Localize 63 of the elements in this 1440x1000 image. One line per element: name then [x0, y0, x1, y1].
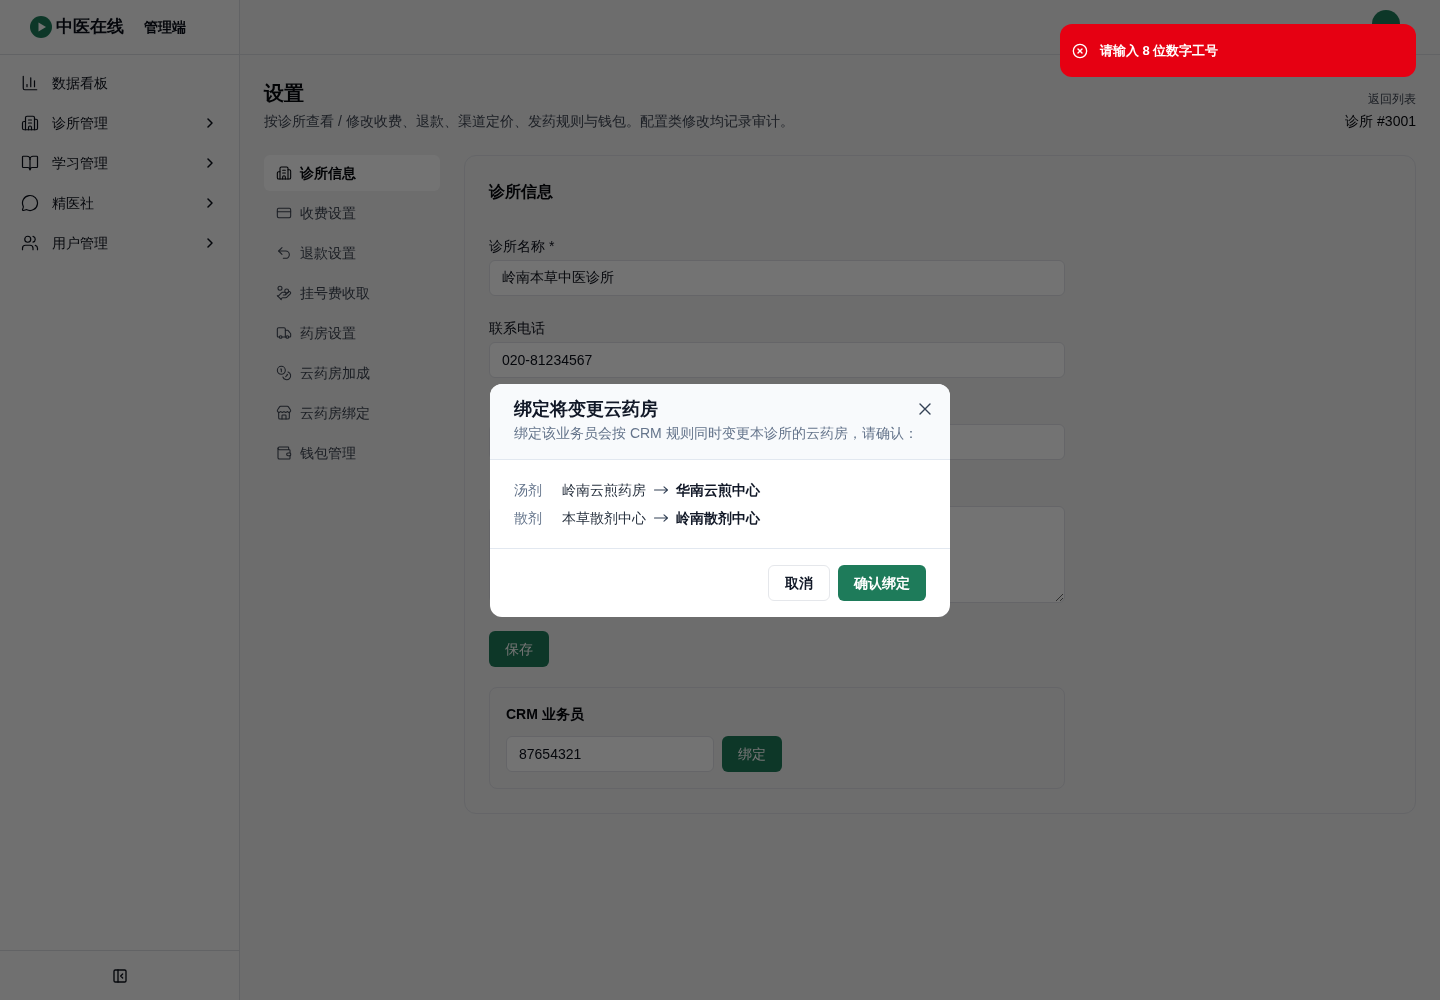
logo-suffix: 管理端 [144, 18, 186, 37]
truck-icon [276, 325, 292, 341]
page-title: 设置 [264, 81, 305, 106]
close-icon [919, 402, 931, 415]
settings-nav-item[interactable]: 云药房加成 [264, 355, 440, 391]
bind-button[interactable]: 绑定 [722, 736, 782, 772]
crm-title: CRM 业务员 [506, 705, 585, 724]
chevron-right-icon [207, 118, 213, 128]
panel-collapse-icon [111, 967, 128, 984]
settings-nav-item[interactable]: 诊所信息 [264, 155, 440, 191]
undo-arrow-icon [276, 245, 292, 261]
settings-nav-item[interactable]: 退款设置 [264, 235, 440, 271]
coins-icon [276, 365, 292, 381]
section-title: 诊所信息 [489, 182, 554, 202]
chevron-right-icon [207, 198, 213, 208]
sidebar-item[interactable]: 诊所管理 [12, 103, 227, 143]
speech-bubble-icon [21, 194, 39, 212]
dialog-description: 绑定该业务员会按 CRM 规则同时变更本诊所的云药房，请确认： [514, 423, 918, 443]
page-subtitle: 按诊所查看 / 修改收费、退款、渠道定价、发药规则与钱包。配置类修改均记录审计。 [264, 112, 794, 131]
settings-nav-item[interactable]: 云药房绑定 [264, 395, 440, 431]
text-input[interactable]: 岭南本草中医诊所 [489, 260, 1065, 296]
toast-message: 请输入 8 位数字工号 [1100, 41, 1219, 60]
arrow-right-icon [654, 513, 668, 522]
confirm-button[interactable]: 确认绑定 [838, 564, 926, 601]
building-icon [21, 114, 39, 132]
clinic-id: 诊所 #3001 [1345, 112, 1416, 131]
text-input[interactable]: 020-81234567 [489, 342, 1065, 378]
settings-nav-item[interactable]: 药房设置 [264, 315, 440, 351]
logo-text: 中医在线 [56, 16, 124, 38]
save-button[interactable]: 保存 [489, 631, 549, 667]
error-icon [1072, 42, 1088, 59]
back-link[interactable]: 返回列表 [1368, 91, 1416, 107]
sidebar-item[interactable]: 用户管理 [12, 223, 227, 263]
store-icon [276, 405, 292, 421]
staff-id-input[interactable]: 87654321 [506, 736, 714, 772]
sidebar-item[interactable]: 学习管理 [12, 143, 227, 183]
open-book-icon [21, 154, 39, 172]
change-type: 汤剂 [514, 480, 543, 500]
bar-chart-icon [21, 74, 39, 92]
change-type: 散剂 [514, 508, 543, 528]
field-label: 联系电话 [489, 319, 546, 338]
cancel-button[interactable]: 取消 [768, 564, 830, 601]
change-to: 岭南散剂中心 [676, 508, 760, 528]
sidebar-item[interactable]: 数据看板 [12, 63, 227, 103]
settings-nav-item[interactable]: 收费设置 [264, 195, 440, 231]
play-logo-icon [30, 16, 52, 38]
dialog-title: 绑定将变更云药房 [514, 397, 658, 421]
users-icon [21, 234, 39, 252]
building-icon [276, 165, 292, 181]
change-to: 华南云煎中心 [676, 480, 760, 500]
hand-coins-icon [276, 285, 292, 301]
arrow-right-icon [654, 485, 668, 494]
change-from: 本草散剂中心 [562, 508, 646, 528]
wallet-icon [276, 445, 292, 461]
credit-card-icon [276, 205, 292, 221]
change-from: 岭南云煎药房 [562, 480, 646, 500]
settings-nav-item[interactable]: 钱包管理 [264, 435, 440, 471]
chevron-right-icon [207, 158, 213, 168]
chevron-right-icon [207, 238, 213, 248]
sidebar-item[interactable]: 精医社 [12, 183, 227, 223]
settings-nav-item[interactable]: 挂号费收取 [264, 275, 440, 311]
collapse-sidebar-button[interactable] [111, 967, 128, 984]
field-label: 诊所名称 * [489, 237, 556, 256]
